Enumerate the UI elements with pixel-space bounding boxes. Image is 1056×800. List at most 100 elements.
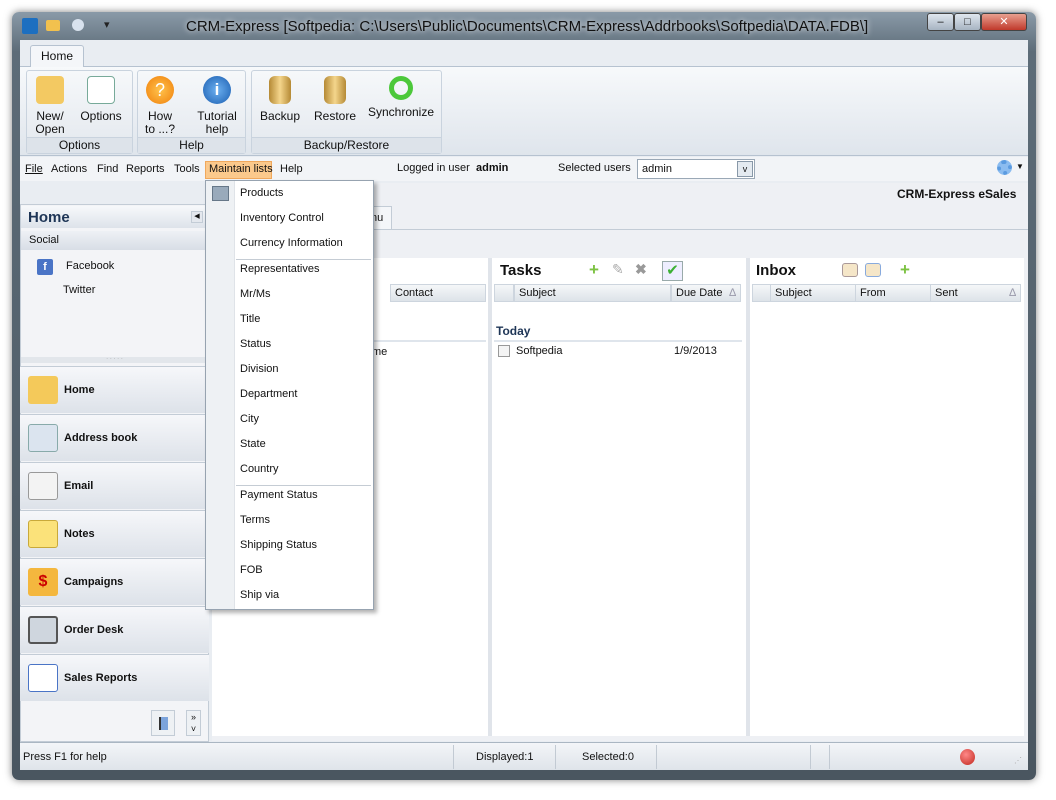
contact-row[interactable]: me [372, 346, 387, 358]
synchronize-button[interactable]: Synchronize [366, 76, 436, 119]
resize-grip-icon[interactable]: ⋰ [1014, 756, 1022, 765]
nav-notes[interactable]: Notes [20, 510, 209, 557]
folder-icon [36, 76, 64, 104]
send-mail-icon[interactable] [865, 263, 881, 277]
nav-email[interactable]: Email [20, 462, 209, 509]
selected-users-label: Selected users [558, 162, 631, 174]
restore-button[interactable]: Restore [310, 76, 360, 123]
column-header-subject[interactable]: Subject [514, 284, 671, 302]
column-header-selector[interactable] [752, 284, 772, 302]
group-line [494, 340, 742, 342]
social-section-header[interactable]: Social [21, 231, 208, 250]
column-header-subject[interactable]: Subject [770, 284, 856, 302]
record-status-indicator-icon [960, 749, 975, 765]
menu-item-fob[interactable]: FOB [240, 564, 263, 576]
ribbon-tab-home[interactable]: Home [30, 45, 84, 67]
menu-actions[interactable]: Actions [51, 163, 87, 175]
menu-item-shipping-status[interactable]: Shipping Status [240, 539, 317, 551]
book-icon [159, 717, 168, 730]
label: to ...? [144, 122, 176, 136]
menu-item-terms[interactable]: Terms [240, 514, 270, 526]
chevron-down-icon: v [737, 161, 753, 177]
edit-task-icon[interactable]: ✎ [612, 261, 624, 278]
house-icon [28, 376, 58, 404]
menu-file[interactable]: File [25, 163, 43, 175]
group-today: Today [496, 324, 531, 338]
minimize-button[interactable]: – [927, 13, 954, 31]
complete-task-icon[interactable]: ✔ [662, 261, 683, 281]
label: Sales Reports [64, 672, 138, 684]
options-button[interactable]: Options [76, 76, 126, 123]
tasks-title: Tasks [500, 262, 542, 279]
label: Due Date [676, 287, 723, 299]
gear-dropdown-icon[interactable]: ▼ [1016, 162, 1024, 171]
backup-button[interactable]: Backup [255, 76, 305, 123]
receive-mail-icon[interactable] [842, 263, 858, 277]
menu-item-status[interactable]: Status [240, 338, 271, 350]
column-header-due-date[interactable]: Due Date ∆ [671, 284, 741, 302]
shopping-cart-icon [28, 616, 58, 644]
group-label: Backup/Restore [252, 137, 441, 153]
menu-item-currency-information[interactable]: Currency Information [240, 237, 343, 249]
nav-sales-reports[interactable]: Sales Reports [20, 654, 209, 701]
new-mail-icon[interactable]: + [900, 260, 910, 280]
menu-item-state[interactable]: State [240, 438, 266, 450]
column-header-contact[interactable]: Contact [390, 284, 486, 302]
label: Email [64, 480, 94, 492]
task-subject[interactable]: Softpedia [516, 345, 562, 357]
divider [829, 745, 830, 769]
menu-help[interactable]: Help [280, 163, 303, 175]
menu-item-department[interactable]: Department [240, 388, 297, 400]
maximize-button[interactable]: □ [954, 13, 981, 31]
nav-address-book[interactable]: Address book [20, 414, 209, 461]
splitter-handle[interactable]: · · · · · [21, 356, 208, 363]
menu-item-country[interactable]: Country [240, 463, 279, 475]
selected-users-select[interactable]: admin v [637, 159, 755, 179]
menu-item-payment-status[interactable]: Payment Status [240, 489, 318, 501]
close-button[interactable]: ✕ [981, 13, 1027, 31]
twitter-link[interactable]: Twitter [63, 284, 95, 296]
how-to-button[interactable]: ? How to ...? [135, 76, 185, 136]
column-header-sent[interactable]: Sent ∆ [930, 284, 1021, 302]
nav-pane-button[interactable] [151, 710, 175, 736]
quick-access-dropdown-icon[interactable]: ▾ [104, 18, 110, 31]
quick-open-icon[interactable] [46, 20, 60, 31]
delete-task-icon[interactable]: ✖ [635, 261, 647, 278]
new-open-button[interactable]: New/Open [25, 76, 75, 136]
menu-item-division[interactable]: Division [240, 363, 279, 375]
menu-find[interactable]: Find [97, 163, 118, 175]
database-restore-icon [324, 76, 346, 104]
label: Open [35, 122, 65, 136]
menu-reports[interactable]: Reports [126, 163, 165, 175]
nav-home[interactable]: Home [20, 366, 209, 413]
menu-item-inventory-control[interactable]: Inventory Control [240, 212, 324, 224]
column-header-selector[interactable] [494, 284, 514, 302]
menu-maintain-lists[interactable]: Maintain lists [209, 163, 273, 175]
label: Campaigns [64, 576, 124, 588]
sort-ascending-icon: ∆ [729, 287, 736, 299]
quick-save-icon[interactable] [72, 19, 84, 31]
menu-tools[interactable]: Tools [174, 163, 200, 175]
nav-campaigns[interactable]: $ Campaigns [20, 558, 209, 605]
contacts-group-line [372, 340, 486, 342]
menu-item-mr-ms[interactable]: Mr/Ms [240, 288, 271, 300]
nav-order-desk[interactable]: Order Desk [20, 606, 209, 653]
collapse-panel-button[interactable]: ◀ [191, 211, 203, 223]
menu-item-products[interactable]: Products [240, 187, 283, 199]
configure-buttons-icon[interactable]: » ˅ [186, 710, 201, 736]
gear-icon[interactable] [997, 160, 1012, 175]
sync-icon [389, 76, 413, 100]
notes-icon [28, 520, 58, 548]
menu-item-representatives[interactable]: Representatives [240, 263, 320, 275]
inbox-panel: Inbox + Subject From Sent ∆ [750, 258, 1024, 736]
menu-item-city[interactable]: City [240, 413, 259, 425]
add-task-icon[interactable]: + [589, 260, 599, 280]
status-selected: Selected:0 [582, 751, 634, 763]
menu-item-title[interactable]: Title [240, 313, 260, 325]
menu-item-ship-via[interactable]: Ship via [240, 589, 279, 601]
tutorial-help-button[interactable]: i Tutorial help [192, 76, 242, 136]
label: help [205, 122, 229, 136]
column-header-from[interactable]: From [855, 284, 931, 302]
facebook-link[interactable]: Facebook [66, 260, 114, 272]
task-checkbox[interactable] [498, 345, 510, 357]
